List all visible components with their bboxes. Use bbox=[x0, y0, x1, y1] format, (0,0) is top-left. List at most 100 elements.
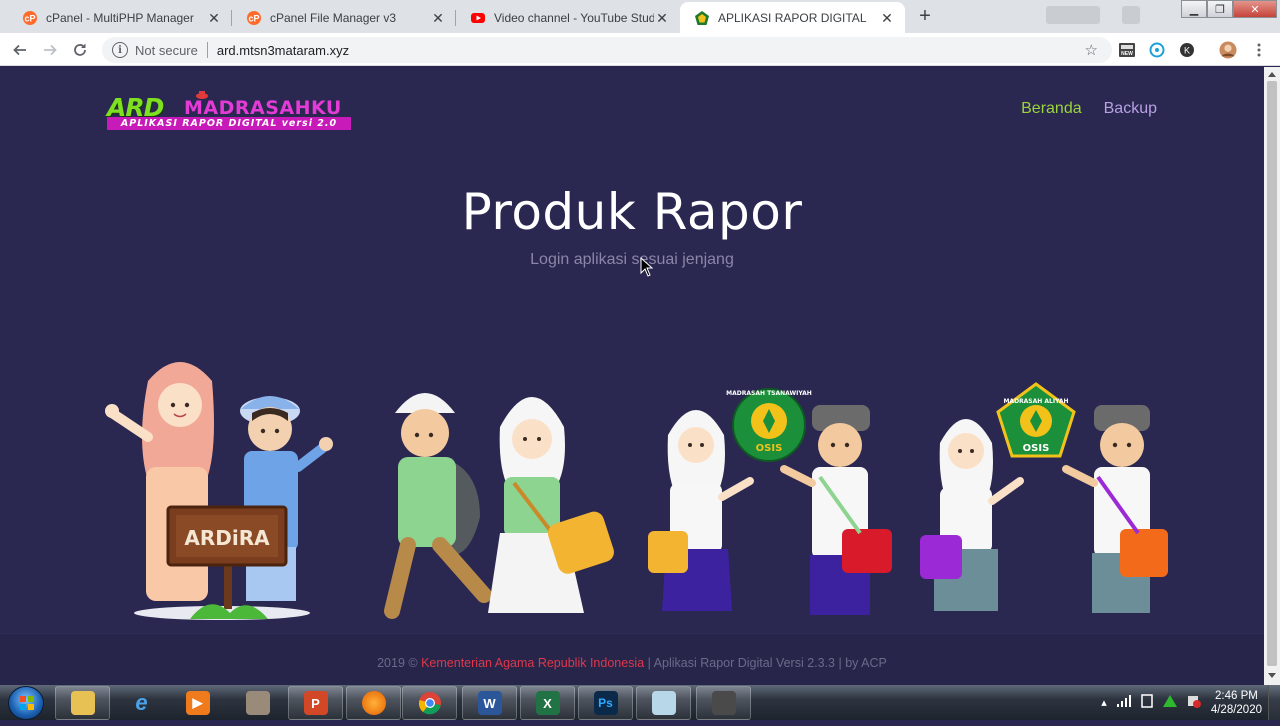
cpanel-icon: cP bbox=[22, 10, 38, 26]
taskbar-camera-tool[interactable] bbox=[696, 686, 751, 720]
powerpoint-icon: P bbox=[303, 691, 328, 715]
scrollbar-thumb[interactable] bbox=[1267, 81, 1277, 666]
taskbar-firefox[interactable] bbox=[346, 686, 401, 720]
browser-menu-icon[interactable] bbox=[1250, 41, 1268, 59]
firefox-icon bbox=[361, 691, 386, 715]
excel-icon: X bbox=[535, 691, 560, 715]
page-title: Produk Rapor bbox=[461, 183, 803, 241]
tab-title: Video channel - YouTube Studio bbox=[494, 10, 654, 25]
taskbar-internet-explorer[interactable]: e bbox=[114, 686, 169, 720]
profile-avatar[interactable] bbox=[1219, 41, 1237, 59]
forward-arrow-icon bbox=[44, 44, 57, 56]
windows-logo-icon bbox=[20, 696, 34, 710]
ma-group[interactable]: MADRASAH ALIYAH OSIS bbox=[920, 382, 1168, 613]
update-triangle-icon[interactable] bbox=[1162, 695, 1177, 710]
url-text[interactable]: ard.mtsn3mataram.xyz bbox=[217, 43, 349, 58]
badge-ma-bottom: OSIS bbox=[1023, 443, 1050, 454]
taskbar-clock[interactable]: 2:46 PM 4/28/2020 bbox=[1211, 689, 1262, 717]
mts-group[interactable]: MADRASAH TSANAWIYAH OSIS bbox=[648, 388, 892, 615]
minimize-tray bbox=[1122, 6, 1140, 24]
windows-taskbar: e ▶ P W X Ps ▴ 2:46 PM 4/28/2020 bbox=[0, 685, 1280, 720]
device-icon[interactable] bbox=[1141, 694, 1153, 711]
taskbar-notes[interactable] bbox=[636, 686, 691, 720]
close-tab-icon[interactable]: ✕ bbox=[654, 10, 670, 26]
main-nav: Beranda Backup bbox=[1021, 100, 1157, 118]
badge-ma-top: MADRASAH ALIYAH bbox=[1003, 398, 1068, 405]
tab-cpanel-multiphp[interactable]: cP cPanel - MultiPHP Manager ✕ bbox=[8, 2, 232, 33]
action-center-icon[interactable] bbox=[1187, 694, 1201, 711]
footer-year: 2019 © bbox=[377, 656, 418, 670]
internet-explorer-icon: e bbox=[135, 690, 148, 715]
page-footer: 2019 © Kementerian Agama Republik Indone… bbox=[0, 633, 1264, 685]
svg-text:cP: cP bbox=[248, 13, 259, 23]
scroll-down-arrow-icon[interactable] bbox=[1268, 673, 1276, 678]
taskbar-chrome[interactable] bbox=[402, 686, 457, 720]
logo-madrasah-text: MADRASAHKU bbox=[184, 97, 342, 119]
logo-tagline-bar: APLIKASI RAPOR DIGITAL versi 2.0 bbox=[107, 117, 351, 130]
clock-date: 4/28/2020 bbox=[1210, 703, 1262, 716]
badge-mts-top: MADRASAH TSANAWIYAH bbox=[726, 390, 812, 397]
system-tray: ▴ 2:46 PM 4/28/2020 bbox=[1101, 687, 1262, 718]
tab-cpanel-file-manager[interactable]: cP cPanel File Manager v3 ✕ bbox=[232, 2, 456, 33]
new-tab-button[interactable]: + bbox=[911, 4, 939, 28]
footer-version: | Aplikasi Rapor Digital Versi 2.3.3 | b… bbox=[647, 656, 887, 670]
cpanel-icon: cP bbox=[246, 10, 262, 26]
reload-icon bbox=[74, 43, 86, 56]
ardira-group[interactable]: ARDiRA bbox=[105, 362, 333, 620]
divider bbox=[206, 42, 208, 58]
minimize-button[interactable]: ▁ bbox=[1181, 0, 1207, 18]
tab-title: cPanel File Manager v3 bbox=[270, 10, 397, 25]
nav-link-beranda[interactable]: Beranda bbox=[1021, 100, 1082, 118]
media-player-icon: ▶ bbox=[185, 691, 210, 715]
signboard-text: ARDiRA bbox=[184, 526, 270, 550]
browser-toolbar: i Not secure ard.mtsn3mataram.xyz ☆ NEW … bbox=[0, 33, 1280, 66]
page-scrollbar[interactable] bbox=[1264, 67, 1280, 685]
close-tab-icon[interactable]: ✕ bbox=[879, 10, 895, 26]
bookmark-star-icon[interactable]: ☆ bbox=[1085, 41, 1098, 59]
close-tab-icon[interactable]: ✕ bbox=[206, 10, 222, 26]
start-button[interactable] bbox=[8, 686, 44, 720]
svg-text:cP: cP bbox=[24, 13, 35, 23]
maximize-button[interactable]: ❐ bbox=[1207, 0, 1233, 18]
taskbar-excel[interactable]: X bbox=[520, 686, 575, 720]
browser-tab-strip: cP cPanel - MultiPHP Manager ✕ cP cPanel… bbox=[0, 0, 1280, 33]
youtube-icon bbox=[470, 10, 486, 26]
taskbar-media-player[interactable]: ▶ bbox=[170, 686, 225, 720]
camera-tool-icon bbox=[711, 691, 736, 715]
back-button[interactable] bbox=[8, 38, 32, 62]
badge-mts-bottom: OSIS bbox=[756, 443, 783, 454]
taskbar-powerpoint[interactable]: P bbox=[288, 686, 343, 720]
tab-youtube-studio[interactable]: Video channel - YouTube Studio ✕ bbox=[456, 2, 680, 33]
explorer-icon bbox=[70, 691, 95, 715]
taskbar-photoshop[interactable]: Ps bbox=[578, 686, 633, 720]
logo-tagline: APLIKASI RAPOR DIGITAL versi 2.0 bbox=[120, 118, 338, 129]
tab-title: cPanel - MultiPHP Manager bbox=[46, 10, 194, 25]
mouse-cursor-icon bbox=[640, 257, 654, 277]
site-logo[interactable]: ARD MADRASAHKU APLIKASI RAPOR DIGITAL ve… bbox=[107, 91, 351, 132]
tray-expand-icon[interactable]: ▴ bbox=[1101, 696, 1107, 709]
footer-org-link[interactable]: Kementerian Agama Republik Indonesia bbox=[421, 656, 644, 670]
back-arrow-icon bbox=[13, 44, 26, 56]
show-desktop-button[interactable] bbox=[1268, 685, 1280, 720]
taskbar-word[interactable]: W bbox=[462, 686, 517, 720]
network-signal-icon[interactable] bbox=[1116, 695, 1131, 710]
extension-circle-icon[interactable] bbox=[1148, 41, 1166, 59]
tab-aplikasi-rapor-digital[interactable]: APLIKASI RAPOR DIGITAL ✕ bbox=[680, 2, 905, 33]
word-icon: W bbox=[477, 691, 502, 715]
walking-kids-group[interactable] bbox=[384, 393, 617, 619]
taskbar-tools[interactable] bbox=[230, 686, 285, 720]
close-window-button[interactable]: ✕ bbox=[1233, 0, 1277, 18]
security-label[interactable]: Not secure bbox=[135, 43, 198, 58]
address-bar[interactable]: i Not secure ard.mtsn3mataram.xyz ☆ bbox=[102, 37, 1112, 63]
chrome-icon bbox=[418, 691, 442, 715]
page-subtitle: Login aplikasi sesuai jenjang bbox=[530, 251, 734, 268]
close-tab-icon[interactable]: ✕ bbox=[430, 10, 446, 26]
news-extension-icon[interactable]: NEW bbox=[1118, 41, 1136, 59]
nav-link-backup[interactable]: Backup bbox=[1104, 100, 1157, 118]
extension-dark-icon[interactable]: K bbox=[1178, 41, 1196, 59]
reload-button[interactable] bbox=[68, 38, 92, 62]
forward-button[interactable] bbox=[38, 38, 62, 62]
scroll-up-arrow-icon[interactable] bbox=[1268, 72, 1276, 77]
info-icon[interactable]: i bbox=[112, 42, 128, 58]
taskbar-explorer[interactable] bbox=[55, 686, 110, 720]
